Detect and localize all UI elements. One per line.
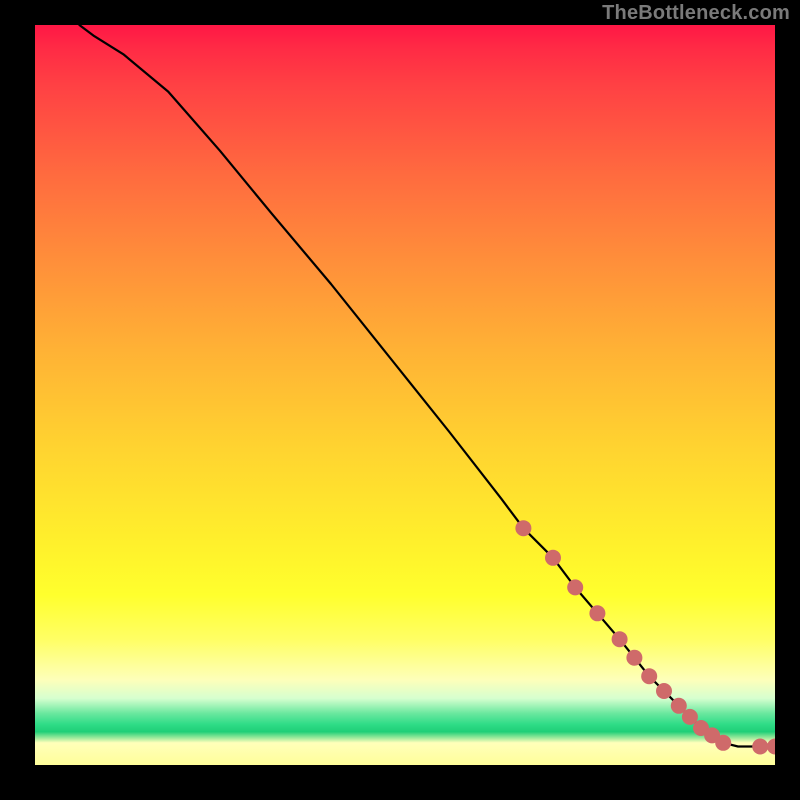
chart-stage: TheBottleneck.com (0, 0, 800, 800)
curve-marker-icon (545, 550, 561, 566)
curve-marker-group (515, 520, 775, 754)
curve-marker-icon (656, 683, 672, 699)
curve-marker-icon (767, 739, 775, 755)
curve-marker-icon (626, 650, 642, 666)
curve-marker-icon (515, 520, 531, 536)
curve-marker-icon (752, 739, 768, 755)
curve-marker-icon (641, 668, 657, 684)
watermark-text: TheBottleneck.com (602, 2, 790, 25)
curve-marker-icon (612, 631, 628, 647)
main-curve-line (79, 25, 775, 747)
curve-marker-icon (715, 735, 731, 751)
curve-svg (35, 25, 775, 765)
curve-marker-icon (589, 605, 605, 621)
curve-marker-icon (567, 579, 583, 595)
plot-area (35, 25, 775, 765)
